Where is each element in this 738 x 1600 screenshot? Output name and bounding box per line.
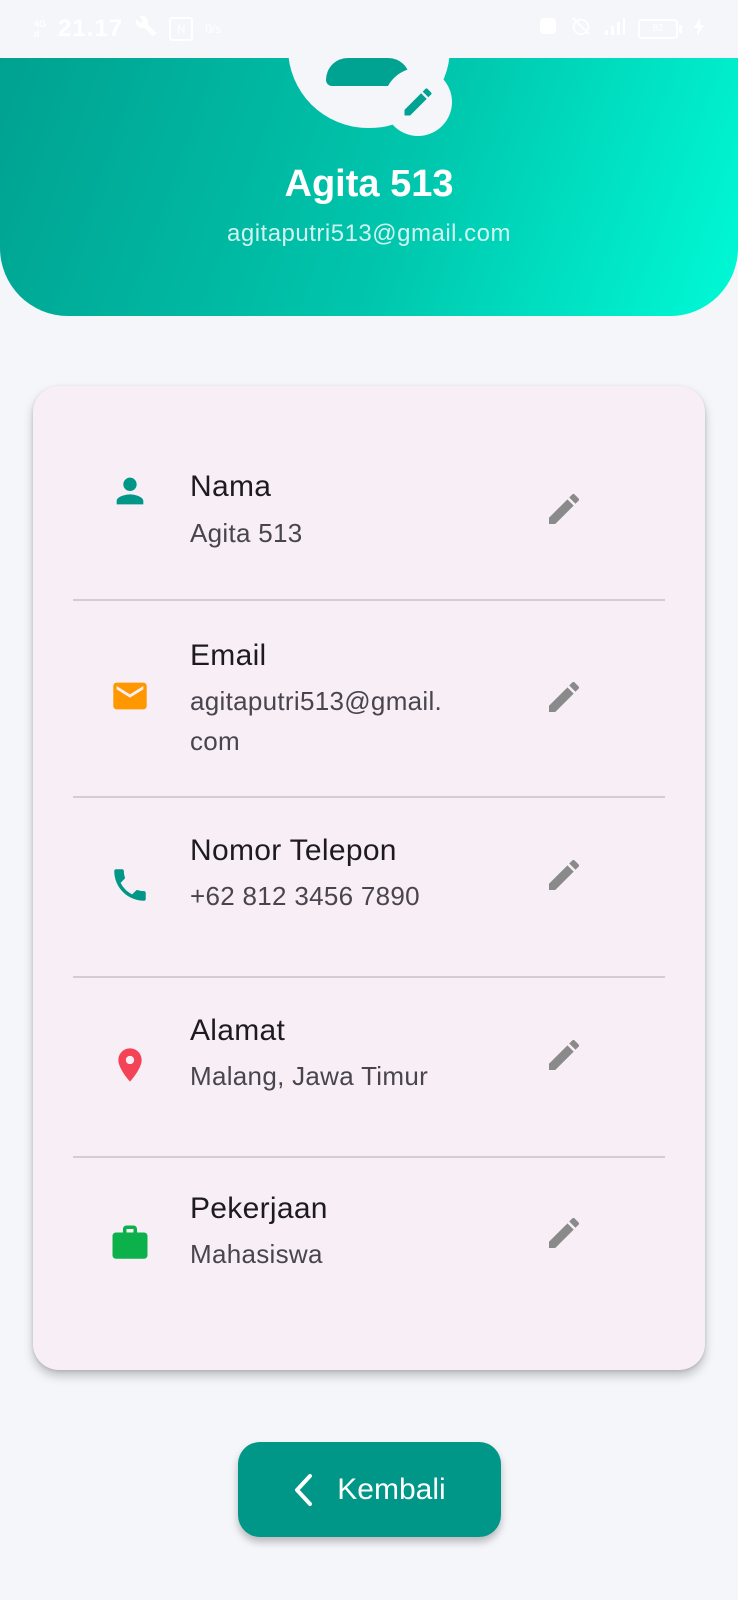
detail-row-telepon[interactable]: Nomor Telepon +62 812 3456 7890	[33, 798, 705, 978]
back-button-label: Kembali	[337, 1472, 446, 1506]
detail-row-pekerjaan[interactable]: Pekerjaan Mahasiswa	[33, 1158, 705, 1358]
profile-header: Agita 513 agitaputri513@gmail.com	[0, 28, 738, 316]
edit-email-button[interactable]	[541, 674, 587, 720]
location-pin-icon	[107, 1042, 153, 1088]
charging-icon	[694, 15, 704, 43]
tools-icon	[135, 15, 157, 44]
field-value: Mahasiswa	[190, 1239, 323, 1269]
edit-telepon-button[interactable]	[541, 852, 587, 898]
edit-nama-button[interactable]	[541, 486, 587, 532]
chevron-left-icon	[295, 1473, 313, 1506]
field-label: Pekerjaan	[190, 1192, 328, 1225]
briefcase-icon	[107, 1220, 153, 1266]
detail-row-email[interactable]: Email agitaputri513@gmail. com	[33, 601, 705, 797]
edit-pekerjaan-button[interactable]	[541, 1210, 587, 1256]
field-label: Email	[190, 639, 267, 672]
field-value: Malang, Jawa Timur	[190, 1061, 429, 1091]
network-indicator: 4G ıl	[34, 19, 46, 39]
status-right: 82	[538, 15, 704, 44]
field-label: Nama	[190, 470, 272, 503]
pencil-icon	[549, 493, 580, 524]
pencil-icon	[549, 1217, 580, 1248]
nfc-icon: N	[169, 17, 194, 41]
field-label: Alamat	[190, 1014, 286, 1047]
field-value: agitaputri513@gmail. com	[190, 686, 443, 756]
field-label: Nomor Telepon	[190, 834, 397, 867]
status-left: 4G ıl 21.17 N 0/s	[34, 15, 221, 44]
email-icon	[107, 673, 153, 719]
field-value: +62 812 3456 7890	[190, 881, 420, 911]
profile-email: agitaputri513@gmail.com	[227, 220, 511, 247]
profile-name: Agita 513	[284, 163, 454, 205]
field-value: Agita 513	[190, 518, 303, 548]
alarm-off-icon	[570, 15, 592, 44]
pencil-icon	[549, 681, 580, 712]
pencil-icon	[549, 1039, 580, 1070]
person-icon	[107, 468, 153, 514]
data-speed: 0/s	[205, 22, 222, 36]
network-type: 4G	[34, 19, 47, 29]
edit-alamat-button[interactable]	[541, 1032, 587, 1078]
clock: 21.17	[58, 15, 124, 42]
pencil-icon	[404, 88, 432, 116]
battery-level: 82	[638, 19, 678, 39]
edit-avatar-button[interactable]	[384, 68, 452, 136]
notification-icon	[538, 15, 558, 43]
network-bars: ıl	[34, 29, 40, 39]
detail-row-alamat[interactable]: Alamat Malang, Jawa Timur	[33, 978, 705, 1158]
phone-icon	[107, 862, 153, 908]
battery-icon: 82	[638, 19, 682, 39]
detail-row-nama[interactable]: Nama Agita 513	[33, 386, 705, 600]
back-button[interactable]: Kembali	[238, 1442, 501, 1537]
signal-icon	[604, 15, 626, 43]
profile-details-card: Nama Agita 513 Email agitaputri513@gmail…	[33, 386, 705, 1370]
pencil-icon	[549, 859, 580, 890]
